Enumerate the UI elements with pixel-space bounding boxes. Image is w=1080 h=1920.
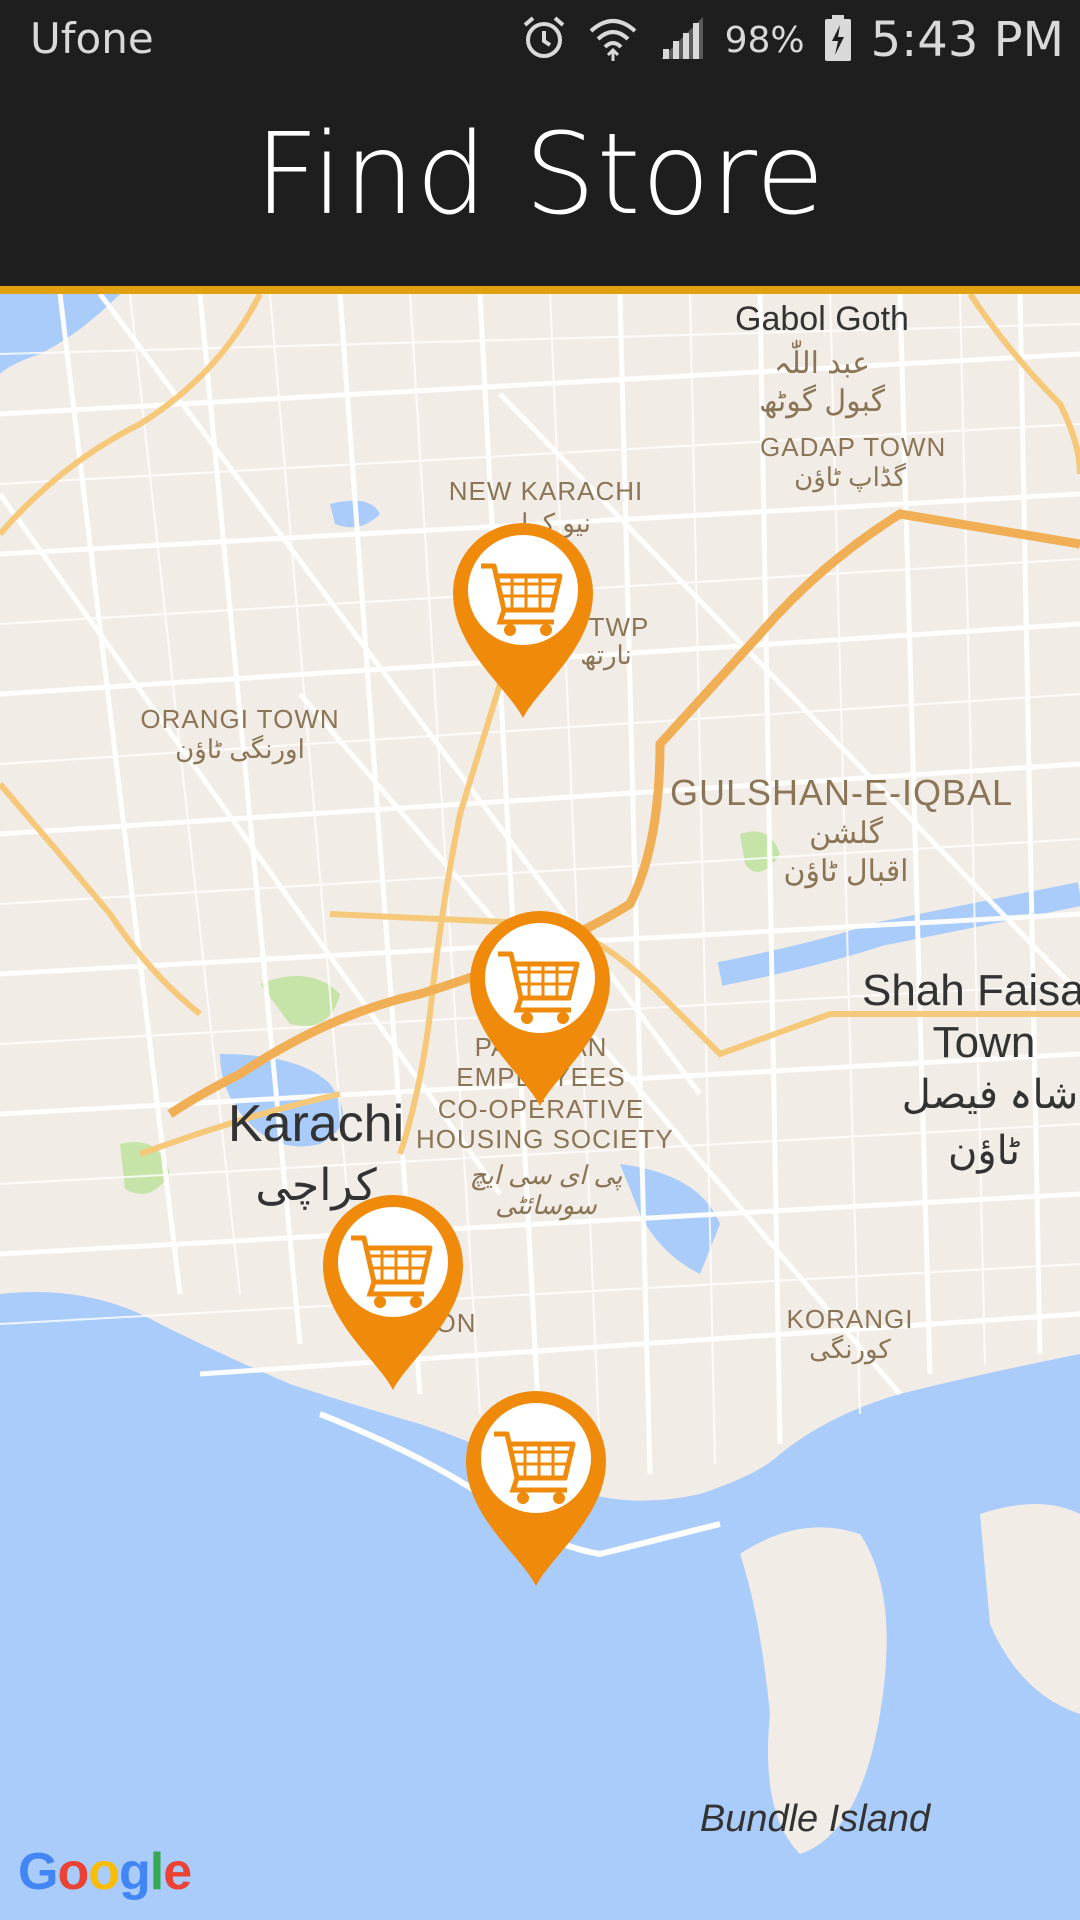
map-label-orangi-town-urdu: اورنگی ٹاؤن	[175, 734, 305, 764]
map-label-orangi-town: ORANGI TOWN	[140, 704, 340, 734]
store-marker-2[interactable]	[465, 906, 615, 1106]
clock: 5:43 PM	[870, 12, 1064, 68]
battery-percent: 98%	[724, 19, 805, 61]
map-label-shah-faisal-line-1: Shah Faisa	[862, 966, 1080, 1015]
shopping-cart-icon	[323, 1195, 463, 1390]
map-label-shah-faisal-line-2: Town	[932, 1018, 1036, 1067]
wifi-icon	[587, 13, 639, 67]
store-map[interactable]: Gabol Goth عبد اللّٰہ گبول گوٹھ GADAP TO…	[0, 294, 1080, 1920]
store-marker-4[interactable]	[461, 1386, 611, 1586]
map-label-gulshan-e-iqbal: GULSHAN-E-IQBAL	[670, 772, 1014, 813]
map-label-gabol-goth: Gabol Goth	[735, 300, 909, 338]
map-label-gulshan-urdu-1: گلشن	[809, 817, 883, 850]
map-label-shah-faisal-urdu-2: ٹاؤن	[947, 1129, 1020, 1173]
google-logo[interactable]: Google	[18, 1842, 192, 1902]
app-bar: Find Store	[0, 80, 1080, 286]
signal-icon	[657, 13, 707, 67]
map-label-pechs-urdu-2: سوسائٹی	[495, 1190, 597, 1220]
map-label-bundle-island: Bundle Island	[699, 1798, 931, 1840]
map-label-gulshan-urdu-2: اقبال ٹاؤن	[783, 855, 909, 888]
map-label-new-karachi: NEW KARACHI	[448, 476, 644, 506]
carrier-name: Ufone	[30, 14, 154, 63]
map-label-gadap-town-urdu: گڈاپ ٹاؤن	[794, 462, 906, 492]
shopping-cart-icon	[466, 1391, 606, 1586]
status-icons: 98% 5:43 PM	[519, 10, 1064, 70]
alarm-icon	[519, 13, 569, 67]
store-marker-3[interactable]	[318, 1190, 468, 1390]
shopping-cart-icon	[453, 523, 593, 718]
map-label-pechs-line-4: HOUSING SOCIETY	[416, 1124, 674, 1154]
map-label-korangi-urdu: کورنگی	[809, 1334, 891, 1364]
shopping-cart-icon	[470, 911, 610, 1106]
map-label-shah-faisal-urdu-1: شاہ فیصل	[901, 1073, 1079, 1117]
map-label-gabol-goth-urdu-2: گبول گوٹھ	[758, 385, 886, 418]
map-label-korangi: KORANGI	[786, 1304, 914, 1334]
map-label-karachi: Karachi	[227, 1095, 405, 1153]
page-title: Find Store	[254, 110, 826, 240]
store-marker-1[interactable]	[448, 518, 598, 718]
map-label-gabol-goth-urdu-1: عبد اللّٰہ	[773, 347, 871, 380]
app-bar-accent-line	[0, 286, 1080, 294]
map-label-gadap-town: GADAP TOWN	[760, 432, 947, 462]
battery-icon	[823, 13, 853, 67]
status-bar: Ufone 98% 5:43 PM	[0, 0, 1080, 80]
map-label-pechs-urdu-1: پی ای سی ایچ	[469, 1160, 623, 1190]
